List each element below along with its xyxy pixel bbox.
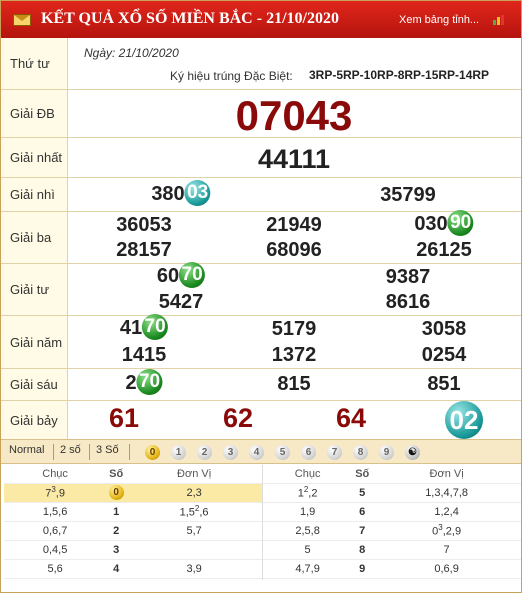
prize-second-label: Giải nhì (1, 177, 67, 211)
digit-filter-9[interactable]: 9 (379, 445, 394, 460)
bar-chart-icon[interactable] (493, 15, 507, 25)
highlight-ball: 03 (184, 179, 211, 206)
highlight-ball: 90 (447, 209, 474, 236)
highlight-ball: 70 (179, 261, 206, 288)
prize-sixth-label: Giải sáu (1, 368, 67, 400)
digit-ball: 0 (108, 485, 124, 500)
prize-number: 815 (277, 373, 311, 395)
prize-sixth-row: 2 70 815 851 (67, 368, 521, 400)
prize-number: 35799 (380, 184, 436, 206)
table-row: 4,7,9 9 0,6,9 (263, 559, 521, 579)
prize-first-row: 44111 (67, 137, 521, 177)
prize-number: 0254 (421, 344, 467, 366)
prize-number: 3058 (421, 318, 467, 340)
prize-number: 26125 (416, 239, 472, 261)
special-code-label: Ký hiệu trúng Đặc Biệt: (170, 69, 293, 83)
prize-fifth-label: Giải năm (1, 315, 67, 368)
col-header-so: Số (352, 465, 373, 484)
prize-number: 9387 (385, 266, 431, 288)
prize-db-value: 07043 (235, 92, 353, 139)
prize-db-label: Giải ĐB (1, 89, 67, 137)
prize-seventh-label: Giải bảy (1, 400, 67, 439)
col-header-so: Số (106, 465, 127, 484)
prize-number: 60 70 (157, 261, 206, 288)
table-row: 0,4,5 3 (4, 540, 262, 560)
prize-number: 380 03 (151, 179, 211, 206)
table-row: 1,5,6 1 1,52,6 (4, 502, 262, 522)
display-mode-bar: Normal 2 số 3 Số 0 1 2 3 4 5 6 7 8 9 ☯ (1, 439, 521, 464)
prize-first-label: Giải nhất (1, 137, 67, 177)
prize-number: 1372 (271, 344, 317, 366)
highlight-ball: 70 (136, 368, 163, 395)
highlight-ball: 02 (445, 401, 483, 439)
prize-number: 5427 (158, 291, 204, 313)
prize-db-row: 07043 (67, 89, 521, 139)
digit-filter-7[interactable]: 7 (327, 445, 342, 460)
prize-third-label: Giải ba (1, 211, 67, 263)
loto-table-left: Chục Số Đơn Vị 73,9 0 2,3 1,5,6 1 1,52,6… (4, 465, 262, 579)
yin-yang-icon[interactable]: ☯ (405, 445, 420, 460)
divider (53, 444, 54, 460)
prize-fourth-row: 60 70 9387 5427 8616 (67, 261, 521, 315)
digit-filter-4[interactable]: 4 (249, 445, 264, 460)
prize-number: 28157 (116, 239, 172, 261)
weekday-label: Thứ tư (1, 38, 67, 89)
prize-first-value: 44111 (257, 144, 331, 174)
prize-fourth-label: Giải tư (1, 263, 67, 315)
prize-number: 030 90 (414, 209, 474, 236)
digit-filter-0[interactable]: 0 (145, 445, 160, 460)
prize-number: 64 (335, 403, 367, 433)
divider (89, 444, 90, 460)
prize-number: 2 70 (125, 368, 163, 395)
prize-number: 61 (108, 403, 140, 433)
page-title: KẾT QUẢ XỔ SỐ MIỀN BẮC - 21/10/2020 (41, 10, 339, 27)
draw-info: Ngày: 21/10/2020 Ký hiệu trúng Đặc Biệt:… (67, 38, 521, 89)
draw-date: Ngày: 21/10/2020 (84, 46, 179, 60)
highlight-ball: 70 (142, 313, 169, 340)
table-row: 12,2 5 1,3,4,7,8 (263, 483, 521, 503)
table-row: 5 8 7 (263, 540, 521, 560)
prize-number: 21949 (266, 214, 322, 236)
loto-table-right: Chục Số Đơn Vị 12,2 5 1,3,4,7,8 1,9 6 1,… (263, 465, 521, 579)
table-row: 5,6 4 3,9 (4, 559, 262, 579)
special-code-value: 3RP-5RP-10RP-8RP-15RP-14RP (309, 68, 490, 82)
digit-filter-5[interactable]: 5 (275, 445, 290, 460)
prize-number: 41 70 (120, 313, 169, 340)
col-header-chuc: Chục (4, 465, 107, 484)
digit-filter-8[interactable]: 8 (353, 445, 368, 460)
prize-number: 1415 (121, 344, 167, 366)
digit-filter-1[interactable]: 1 (171, 445, 186, 460)
col-header-chuc: Chục (263, 465, 353, 484)
table-row: 1,9 6 1,2,4 (263, 502, 521, 522)
col-header-donvi: Đơn Vị (372, 465, 521, 484)
prize-second-row: 380 03 35799 (67, 177, 521, 211)
prize-fifth-row: 41 70 5179 3058 1415 1372 0254 (67, 313, 521, 368)
prize-number: 68096 (266, 239, 322, 261)
table-row: 73,9 0 2,3 (4, 483, 262, 503)
table-row: 0,6,7 2 5,7 (4, 521, 262, 541)
table-row: 2,5,8 7 03,2,9 (263, 521, 521, 541)
col-header-donvi: Đơn Vị (126, 465, 262, 484)
prize-number: 5179 (271, 318, 317, 340)
header-bar: KẾT QUẢ XỔ SỐ MIỀN BẮC - 21/10/2020 Xem … (1, 1, 521, 38)
tab-two-digits[interactable]: 2 số (60, 444, 81, 456)
prize-number: 62 (222, 403, 254, 433)
tab-normal[interactable]: Normal (9, 444, 44, 456)
prize-number: 8616 (385, 291, 431, 313)
digit-filter-3[interactable]: 3 (223, 445, 238, 460)
digit-filter-2[interactable]: 2 (197, 445, 212, 460)
divider (129, 444, 130, 460)
digit-filter-6[interactable]: 6 (301, 445, 316, 460)
prize-seventh-row: 61 62 64 02 (67, 400, 521, 439)
envelope-icon (13, 14, 31, 26)
view-provinces-link[interactable]: Xem bảng tỉnh... (399, 14, 479, 26)
prize-number: 851 (427, 373, 461, 395)
results-panel: KẾT QUẢ XỔ SỐ MIỀN BẮC - 21/10/2020 Xem … (0, 0, 522, 593)
prize-number: 36053 (116, 214, 172, 236)
tab-three-digits[interactable]: 3 Số (96, 444, 119, 456)
prize-third-row: 36053 21949 030 90 28157 68096 26125 (67, 209, 521, 263)
